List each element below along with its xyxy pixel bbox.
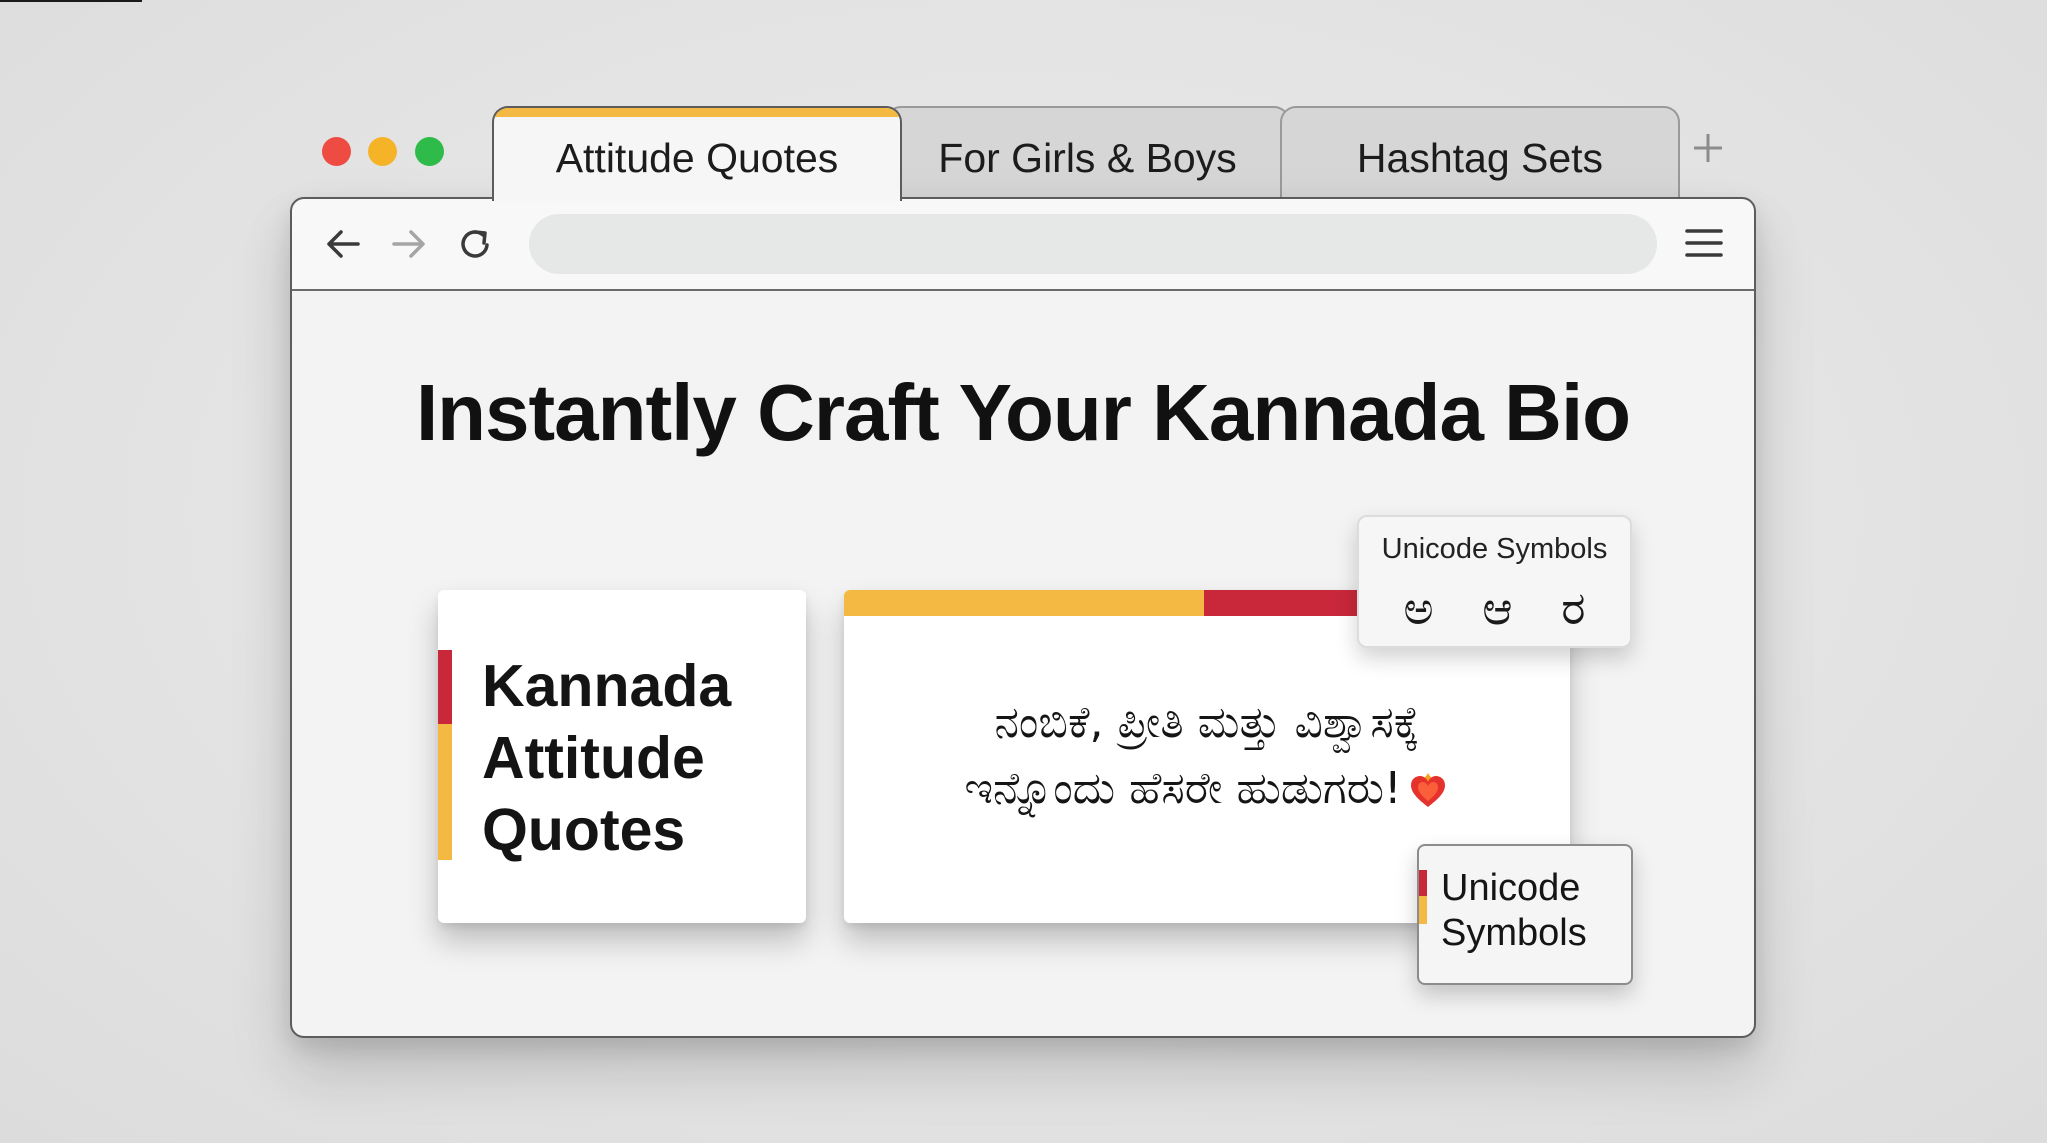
glyph-aa[interactable]: ಆ <box>1482 581 1512 637</box>
card-accent-red <box>438 650 452 724</box>
card-title: Kannada Attitude Quotes <box>482 653 732 863</box>
plus-icon <box>1694 134 1722 162</box>
quote-line-2: ಇನ್ನೊಂದು ಹೆಸರೇ ಹುಡುಗರು! <box>964 763 1402 814</box>
page-headline: Instantly Craft Your Kannada Bio <box>415 368 1631 457</box>
kannada-attitude-quotes-card[interactable]: Kannada Attitude Quotes <box>438 590 806 923</box>
kannada-quote: ನಂಬಿಕೆ, ಪ್ರೀತಿ ಮತ್ತು ವಿಶ್ವಾಸಕ್ಕೆ ಇನ್ನೊಂದ… <box>844 690 1570 822</box>
tab-label: Attitude Quotes <box>555 135 839 181</box>
quote-line-1: ನಂಬಿಕೆ, ಪ್ರೀತಿ ಮತ್ತು ವಿಶ್ವಾಸಕ್ಕೆ <box>994 697 1420 748</box>
badge-label: Unicode Symbols <box>1441 867 1587 954</box>
card-accent-yellow <box>438 724 452 860</box>
minimize-window-button[interactable] <box>368 137 397 166</box>
quote-card-stripe-yellow <box>844 590 1204 616</box>
tab-label: Hashtag Sets <box>1356 135 1604 181</box>
arrow-right-icon[interactable] <box>386 221 432 267</box>
glyph-a[interactable]: ಅ <box>1403 581 1433 637</box>
popup-title: Unicode Symbols <box>1381 533 1608 565</box>
maximize-window-button[interactable] <box>415 137 444 166</box>
address-bar[interactable] <box>529 214 1657 274</box>
top-edge-line <box>0 0 142 2</box>
active-tab-accent <box>494 108 900 117</box>
hamburger-menu-icon[interactable] <box>1684 225 1724 261</box>
arrow-left-icon[interactable] <box>320 221 366 267</box>
glyph-ra[interactable]: ರ <box>1561 581 1585 637</box>
kannada-glyph-row: ಅ ಆ ರ <box>1359 581 1630 637</box>
tab-attitude-quotes[interactable]: Attitude Quotes <box>492 106 902 201</box>
badge-accent-red <box>1419 870 1427 896</box>
unicode-symbols-badge[interactable]: Unicode Symbols <box>1417 844 1633 985</box>
unicode-symbols-popup[interactable]: Unicode Symbols ಅ ಆ ರ <box>1357 515 1632 648</box>
browser-window: Instantly Craft Your Kannada Bio Kannada… <box>290 197 1756 1038</box>
heart-on-fire-icon <box>1410 773 1445 807</box>
tab-for-girls-boys[interactable]: For Girls & Boys <box>885 106 1290 201</box>
reload-icon[interactable] <box>452 221 498 267</box>
close-window-button[interactable] <box>322 137 351 166</box>
badge-accent-yellow <box>1419 896 1427 924</box>
browser-toolbar <box>292 199 1754 291</box>
tab-hashtag-sets[interactable]: Hashtag Sets <box>1280 106 1680 201</box>
tab-label: For Girls & Boys <box>938 135 1237 181</box>
new-tab-button[interactable] <box>1688 128 1728 168</box>
